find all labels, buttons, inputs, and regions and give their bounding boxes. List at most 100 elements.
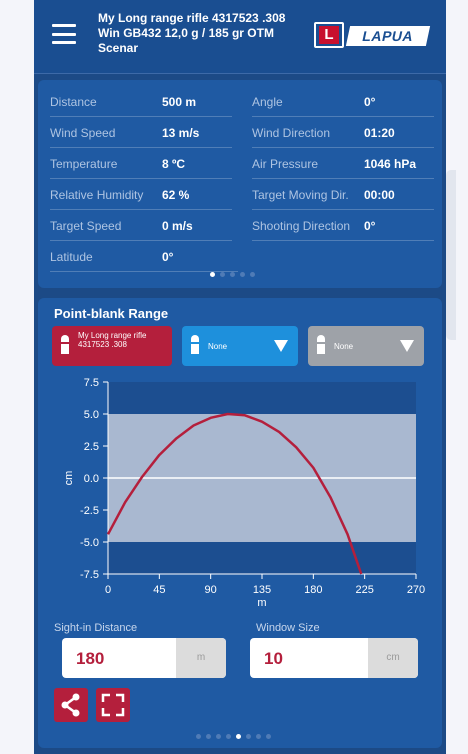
rifle-select-label: None	[334, 342, 354, 351]
trajectory-chart-svg: 7.5 5.0 2.5 0.0 -2.5 -5.0 -7.5 0 45 90 135 180 225 27…	[63, 377, 425, 609]
point-blank-range-card: Point-blank Range My Long range rifle 43…	[38, 298, 442, 748]
background-left	[0, 0, 36, 754]
env-value: 00:00	[364, 188, 395, 202]
y-axis-label: cm	[63, 471, 75, 486]
env-cell-wind-speed[interactable]: Wind Speed 13 m/s	[50, 117, 232, 148]
env-value: 62 %	[162, 188, 190, 202]
env-row: Wind Speed 13 m/s Wind Direction 01:20	[50, 117, 434, 148]
page-dot[interactable]	[210, 272, 215, 277]
share-icon	[61, 693, 80, 717]
page-dot[interactable]	[236, 734, 241, 739]
env-cell-wind-direction[interactable]: Wind Direction 01:20	[252, 117, 434, 148]
window-size-unit: cm	[368, 638, 418, 678]
page-dot[interactable]	[266, 734, 271, 739]
env-value: 01:20	[364, 126, 395, 140]
pbr-page-indicator[interactable]	[196, 734, 271, 739]
env-value: 500 m	[162, 95, 197, 109]
y-tick-label: 0.0	[84, 473, 99, 485]
rifle-select-label: My Long range rifle 4317523 .308	[78, 331, 147, 349]
bullet-icon	[191, 335, 199, 355]
env-cell-distance[interactable]: Distance 500 m	[50, 86, 232, 117]
env-label: Distance	[50, 95, 97, 109]
rifle-title[interactable]: My Long range rifle 4317523 .308 Win GB4…	[98, 11, 288, 56]
env-value: 13 m/s	[162, 126, 200, 140]
rifle-select-2[interactable]: None	[182, 326, 298, 366]
lapua-logo: L LAPUA	[310, 21, 434, 49]
page-dot[interactable]	[220, 272, 225, 277]
page-dot[interactable]	[246, 734, 251, 739]
bullet-icon	[317, 335, 325, 355]
env-label: Temperature	[50, 157, 118, 171]
sight-in-distance-field[interactable]: 180 m	[62, 638, 226, 678]
x-tick-label: 90	[205, 584, 217, 596]
app-screen: My Long range rifle 4317523 .308 Win GB4…	[34, 0, 446, 754]
window-size-value: 10	[264, 649, 283, 668]
x-tick-label: 135	[253, 584, 271, 596]
env-label: Wind Speed	[50, 126, 116, 140]
x-tick-label: 180	[304, 584, 322, 596]
rifle-select-1[interactable]: My Long range rifle 4317523 .308	[52, 326, 172, 366]
logo-letter: L	[319, 26, 339, 44]
env-cell-target-speed[interactable]: Target Speed 0 m/s	[50, 210, 232, 241]
page-dot[interactable]	[226, 734, 231, 739]
page-dot[interactable]	[216, 734, 221, 739]
logo-mark: L	[314, 22, 344, 48]
env-label: Target Moving Dir.	[252, 188, 349, 202]
env-value: 0°	[364, 219, 376, 233]
env-cell-shooting-direction[interactable]: Shooting Direction 0°	[252, 210, 434, 241]
env-row: Distance 500 m Angle 0°	[50, 86, 434, 117]
env-cell-humidity[interactable]: Relative Humidity 62 %	[50, 179, 232, 210]
menu-icon[interactable]	[52, 24, 76, 44]
env-cell-latitude[interactable]: Latitude 0°	[50, 241, 238, 272]
env-label: Relative Humidity	[50, 188, 144, 202]
rifle-select-3[interactable]: None	[308, 326, 424, 366]
logo-wordmark: LAPUA	[345, 26, 431, 46]
env-label: Latitude	[50, 250, 93, 264]
y-tick-label: -5.0	[80, 537, 99, 549]
env-value: 8 ºC	[162, 157, 186, 171]
environment-grid: Distance 500 m Angle 0° Wind Speed 13 m/…	[50, 86, 434, 272]
env-cell-temperature[interactable]: Temperature 8 ºC	[50, 148, 232, 179]
chevron-down-icon	[400, 340, 414, 352]
x-tick-label: 270	[407, 584, 425, 596]
y-tick-label: -2.5	[80, 505, 99, 517]
env-cell-target-moving-dir[interactable]: Target Moving Dir. 00:00	[252, 179, 434, 210]
page-dot[interactable]	[230, 272, 235, 277]
env-value: 0 m/s	[162, 219, 193, 233]
page-dot[interactable]	[240, 272, 245, 277]
share-button[interactable]	[54, 688, 88, 722]
window-size-field[interactable]: 10 cm	[250, 638, 418, 678]
y-tick-label: 7.5	[84, 377, 99, 389]
sight-in-distance-unit: m	[176, 638, 226, 678]
env-label: Angle	[252, 95, 283, 109]
sight-in-distance-label: Sight-in Distance	[54, 622, 138, 634]
y-tick-label: -7.5	[80, 569, 99, 581]
env-label: Wind Direction	[252, 126, 331, 140]
page-dot[interactable]	[206, 734, 211, 739]
x-tick-label: 45	[153, 584, 165, 596]
env-label: Shooting Direction	[252, 219, 351, 233]
env-cell-angle[interactable]: Angle 0°	[252, 86, 434, 117]
y-tick-label: 5.0	[84, 409, 99, 421]
env-row: Relative Humidity 62 % Target Moving Dir…	[50, 179, 434, 210]
x-axis-label: m	[257, 597, 266, 609]
env-label: Target Speed	[50, 219, 122, 233]
env-page-indicator[interactable]	[210, 272, 255, 277]
fullscreen-button[interactable]	[96, 688, 130, 722]
trajectory-chart: 7.5 5.0 2.5 0.0 -2.5 -5.0 -7.5 0 45 90 135 180 225 27…	[38, 368, 442, 612]
app-header: My Long range rifle 4317523 .308 Win GB4…	[34, 0, 446, 74]
env-row: Latitude 0°	[50, 241, 434, 272]
side-drawer-handle[interactable]	[446, 170, 456, 340]
env-row: Temperature 8 ºC Air Pressure 1046 hPa	[50, 148, 434, 179]
environment-card[interactable]: Distance 500 m Angle 0° Wind Speed 13 m/…	[38, 80, 442, 288]
pbr-title: Point-blank Range	[54, 306, 169, 321]
page-dot[interactable]	[256, 734, 261, 739]
sight-in-distance-value: 180	[76, 649, 105, 668]
window-size-label: Window Size	[256, 622, 320, 634]
x-tick-label: 0	[105, 584, 111, 596]
fullscreen-icon	[101, 693, 125, 717]
page-dot[interactable]	[250, 272, 255, 277]
env-value: 0°	[364, 95, 376, 109]
page-dot[interactable]	[196, 734, 201, 739]
env-cell-air-pressure[interactable]: Air Pressure 1046 hPa	[252, 148, 434, 179]
